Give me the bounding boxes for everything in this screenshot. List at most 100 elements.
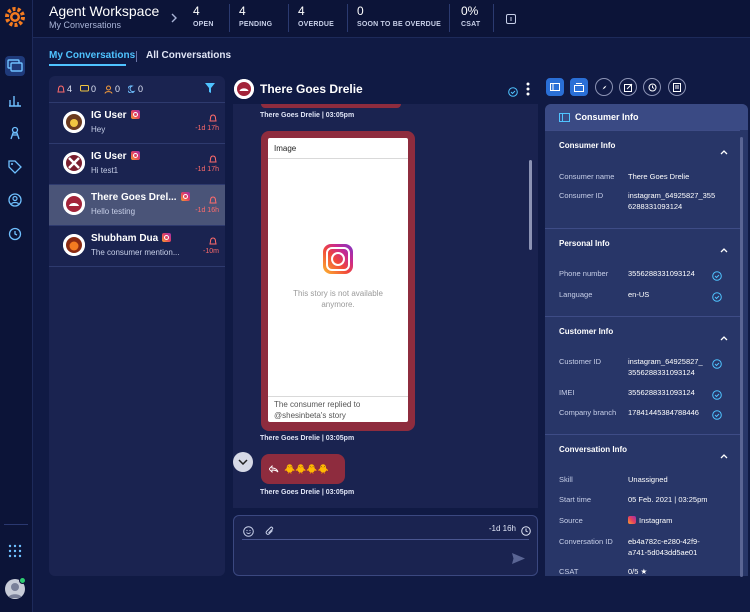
history-tool-icon[interactable] [643, 78, 661, 96]
composer-timer: -1d 16h [488, 524, 516, 533]
filter-users[interactable]: 0 [104, 84, 120, 94]
left-rail [0, 0, 33, 612]
message-meta: There Goes Drelie | 03:05pm [260, 112, 355, 119]
chat-title: There Goes Drelie [260, 82, 363, 96]
story-unavailable-text: This story is not available anymore. [293, 289, 383, 309]
avatar [63, 234, 85, 256]
stat-pending[interactable]: 4 PENDING [239, 4, 272, 28]
agent-nav-icon[interactable] [5, 123, 25, 143]
message-composer[interactable]: -1d 16h [233, 515, 538, 576]
moon-icon [128, 85, 136, 93]
user-icon [104, 85, 113, 94]
verified-check-icon [712, 387, 722, 405]
stat-soon-overdue[interactable]: 0 SOON TO BE OVERDUE [357, 4, 441, 28]
chevron-up-icon[interactable] [720, 446, 728, 464]
divider [268, 158, 408, 159]
avatar [63, 152, 85, 174]
panel-scrollbar[interactable] [740, 137, 743, 577]
conversation-list: 4 0 0 0 IG User Hey -1d 17h IG User Hi t… [49, 76, 225, 576]
resolve-check-icon[interactable] [508, 84, 518, 102]
conversation-preview: Hey [91, 125, 106, 134]
apps-grid-icon[interactable] [5, 541, 25, 561]
notes-tool-icon[interactable] [668, 78, 686, 96]
conversation-preview: Hello testing [91, 207, 136, 216]
workspace-title: Agent Workspace [49, 3, 160, 19]
message-icon [80, 85, 90, 92]
info-icon[interactable] [506, 11, 516, 29]
composer-divider [242, 539, 529, 540]
conversation-name: IG User [91, 110, 140, 121]
conversation-name: IG User [91, 151, 140, 162]
section-customer-info: Customer Info Customer ID instagram_6492… [545, 316, 740, 434]
stat-overdue[interactable]: 4 OVERDUE [298, 4, 334, 28]
conversation-item[interactable]: Shubham Dua The consumer mention... -10m [49, 226, 225, 267]
verified-check-icon [712, 407, 722, 425]
emoji-message-bubble: 🐥🐥🐥🐥 [261, 454, 345, 484]
source-value: Instagram [628, 516, 672, 526]
consumer-info-panel: Consumer Info Consumer Info Consumer nam… [545, 104, 748, 576]
story-card: Image This story is not available anymor… [268, 138, 408, 422]
story-reply-text: The consumer replied to @shesinbeta's st… [274, 400, 361, 420]
filter-messages[interactable]: 0 [80, 84, 96, 94]
top-bar: Agent Workspace My Conversations 4 OPEN … [33, 0, 750, 38]
edit-tool-icon[interactable] [619, 78, 637, 96]
section-title: Personal Info [559, 239, 610, 248]
conversation-item[interactable]: IG User Hi test1 -1d 17h [49, 144, 225, 185]
consumer-info-tool-icon[interactable] [546, 78, 564, 96]
panel-header: Consumer Info [545, 104, 748, 130]
emoji-text: 🐥🐥🐥🐥 [284, 463, 329, 474]
contacts-nav-icon[interactable] [5, 190, 25, 210]
divider [268, 396, 408, 397]
section-conversation-info: Conversation Info Skill Unassigned Start… [545, 434, 740, 576]
analytics-nav-icon[interactable] [5, 90, 25, 110]
responses-tool-icon[interactable] [570, 78, 588, 96]
conversation-preview: Hi test1 [91, 166, 119, 175]
scroll-down-button[interactable] [233, 452, 253, 472]
chat-messages: There Goes Drelie | 03:05pm Image This s… [233, 104, 538, 508]
history-nav-icon[interactable] [5, 224, 25, 244]
consumer-info-icon [559, 112, 570, 122]
conversations-nav-icon[interactable] [5, 56, 25, 76]
filter-sleeping[interactable]: 0 [128, 84, 143, 94]
verified-check-icon [712, 289, 722, 307]
chat-avatar [234, 79, 254, 99]
chevron-right-icon [170, 11, 178, 29]
section-title: Consumer Info [559, 141, 616, 150]
compass-tool-icon[interactable] [595, 78, 613, 96]
filter-alerts[interactable]: 4 [57, 84, 72, 94]
tab-my-conversations[interactable]: My Conversations [49, 50, 135, 61]
chevron-up-icon[interactable] [720, 328, 728, 346]
divider [493, 4, 494, 32]
conversation-preview: The consumer mention... [91, 248, 180, 257]
stat-csat[interactable]: 0% CSAT [461, 4, 480, 28]
online-status-dot [19, 577, 26, 584]
avatar [63, 111, 85, 133]
stat-open[interactable]: 4 OPEN [193, 4, 214, 28]
divider [288, 4, 289, 32]
tag-nav-icon[interactable] [5, 157, 25, 177]
card-header: Image [274, 144, 297, 153]
tab-all-conversations[interactable]: All Conversations [146, 50, 231, 61]
instagram-icon [162, 233, 172, 242]
filter-funnel-icon[interactable] [205, 83, 215, 95]
instagram-icon [130, 151, 140, 160]
more-options-icon[interactable] [526, 82, 530, 101]
active-tab-underline [49, 64, 126, 66]
chevron-down-icon [238, 459, 248, 465]
section-title: Conversation Info [559, 445, 628, 454]
conversation-time: -1d 17h [195, 166, 219, 173]
conversation-item-selected[interactable]: There Goes Drel... Hello testing -1d 16h [49, 185, 225, 226]
conversation-item[interactable]: IG User Hey -1d 17h [49, 103, 225, 144]
instagram-logo-icon [323, 244, 353, 274]
message-meta: There Goes Drelie | 03:05pm [260, 435, 355, 442]
instagram-icon [180, 192, 190, 201]
message-meta: There Goes Drelie | 03:05pm [260, 489, 355, 496]
verified-check-icon [712, 268, 722, 286]
send-icon[interactable] [512, 551, 525, 569]
chevron-up-icon[interactable] [720, 142, 728, 160]
chevron-up-icon[interactable] [720, 240, 728, 258]
tab-divider [136, 51, 137, 62]
chat-scrollbar[interactable] [529, 160, 532, 250]
bell-icon [57, 84, 65, 92]
filter-bar: 4 0 0 0 [49, 76, 225, 103]
